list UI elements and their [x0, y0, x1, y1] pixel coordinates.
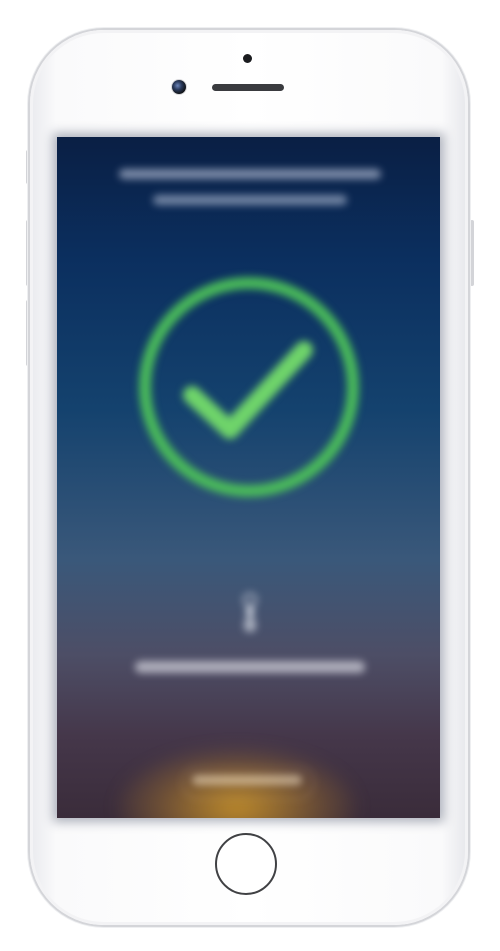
home-button[interactable]: [215, 833, 277, 895]
proximity-sensor: [243, 54, 252, 63]
power-button: [470, 220, 474, 286]
mockup-stage: [0, 0, 500, 951]
success-check-icon: [139, 277, 359, 497]
earpiece-speaker: [212, 84, 284, 91]
front-camera-icon: [172, 80, 186, 94]
header-text-blur: [119, 169, 381, 205]
bottom-button-blur: [192, 775, 302, 785]
instruction-text-blur: [135, 661, 365, 673]
hand-tap-icon: [243, 593, 257, 632]
blurred-content: [57, 137, 440, 818]
phone-screen: [57, 137, 440, 818]
